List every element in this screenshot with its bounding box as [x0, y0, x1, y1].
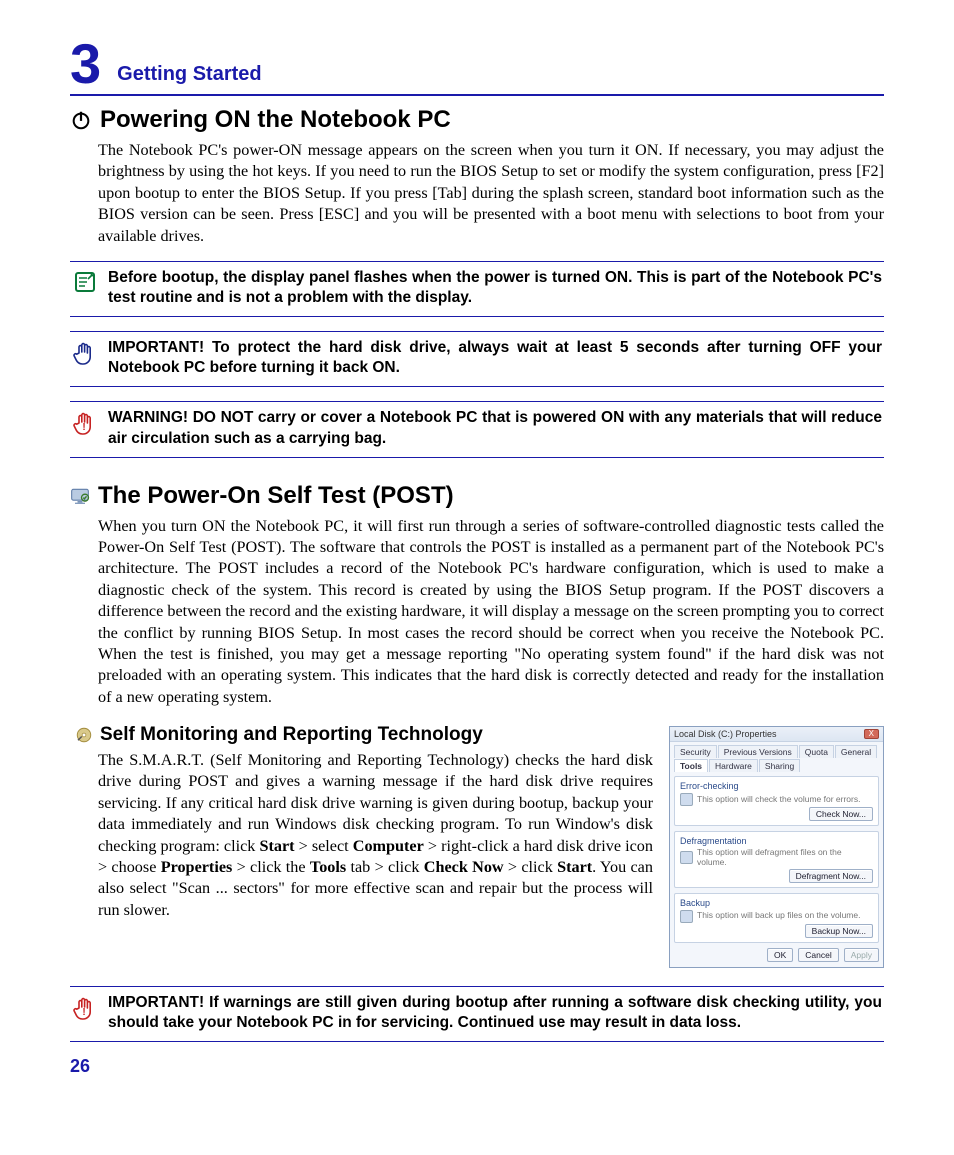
disk-properties-dialog: Local Disk (C:) Properties X Security Pr…: [669, 726, 884, 968]
dialog-button-row: OK Cancel Apply: [674, 948, 879, 962]
kw-properties: Properties: [161, 858, 233, 876]
tab-tools[interactable]: Tools: [674, 759, 708, 772]
kw-start2: Start: [557, 858, 592, 876]
heading-powering-on: Powering ON the Notebook PC: [100, 106, 451, 134]
hand-warning-icon: !: [73, 410, 97, 438]
kw-tools: Tools: [310, 858, 346, 876]
errcheck-text: This option will check the volume for er…: [697, 795, 873, 805]
kw-checknow: Check Now: [424, 858, 504, 876]
callout-warning-text: WARNING! DO NOT carry or cover a Noteboo…: [108, 408, 882, 448]
tab-quota[interactable]: Quota: [799, 745, 834, 758]
power-icon: [70, 109, 92, 131]
dialog-tabstrip: Security Previous Versions Quota General…: [674, 745, 879, 772]
cancel-button[interactable]: Cancel: [798, 948, 838, 962]
backup-text: This option will back up files on the vo…: [697, 911, 873, 921]
group-title-errcheck: Error-checking: [680, 781, 873, 791]
backup-now-button[interactable]: Backup Now...: [805, 924, 873, 938]
body-powering-on: The Notebook PC's power-ON message appea…: [98, 140, 884, 247]
group-title-backup: Backup: [680, 898, 873, 908]
callout-note-text: Before bootup, the display panel flashes…: [108, 268, 882, 308]
heading-smart: Self Monitoring and Reporting Technology: [100, 724, 483, 746]
group-title-defrag: Defragmentation: [680, 836, 873, 846]
tab-hardware[interactable]: Hardware: [709, 759, 758, 772]
check-now-button[interactable]: Check Now...: [809, 807, 873, 821]
group-defrag: Defragmentation This option will defragm…: [674, 831, 879, 888]
chapter-header: 3 Getting Started: [70, 36, 884, 96]
callout-warning: ! WARNING! DO NOT carry or cover a Noteb…: [70, 401, 884, 457]
apply-button[interactable]: Apply: [844, 948, 879, 962]
heading-post: The Power-On Self Test (POST): [98, 482, 454, 510]
backup-icon: [680, 910, 693, 923]
callout-important-servicing-text: IMPORTANT! If warnings are still given d…: [108, 993, 882, 1033]
tab-sharing[interactable]: Sharing: [759, 759, 800, 772]
note-icon: [73, 270, 97, 294]
body-smart: The S.M.A.R.T. (Self Monitoring and Repo…: [98, 750, 653, 921]
close-icon[interactable]: X: [864, 729, 879, 739]
display-icon: [70, 486, 90, 506]
hand-warning-icon: !: [73, 995, 97, 1023]
section-powering-on: Powering ON the Notebook PC The Notebook…: [70, 106, 884, 247]
body-post: When you turn ON the Notebook PC, it wil…: [98, 516, 884, 708]
svg-text:!: !: [82, 422, 85, 433]
disk-icon: [75, 726, 93, 744]
page-number: 26: [70, 1056, 90, 1077]
defrag-text: This option will defragment files on the…: [697, 848, 873, 868]
tab-general[interactable]: General: [835, 745, 877, 758]
callout-important-servicing: ! IMPORTANT! If warnings are still given…: [70, 986, 884, 1042]
callout-important-hdd: IMPORTANT! To protect the hard disk driv…: [70, 331, 884, 387]
callout-note: Before bootup, the display panel flashes…: [70, 261, 884, 317]
defragment-now-button[interactable]: Defragment Now...: [789, 869, 873, 883]
group-error-checking: Error-checking This option will check th…: [674, 776, 879, 826]
chapter-number: 3: [70, 36, 101, 92]
section-post: The Power-On Self Test (POST) When you t…: [70, 482, 884, 708]
group-backup: Backup This option will back up files on…: [674, 893, 879, 943]
svg-text:!: !: [82, 1007, 85, 1018]
hand-stop-icon: [73, 340, 97, 368]
chapter-title: Getting Started: [117, 63, 261, 92]
sep5: > click: [504, 858, 558, 876]
sep1: > select: [295, 837, 353, 855]
dialog-title-text: Local Disk (C:) Properties: [674, 729, 777, 739]
smart-block: The S.M.A.R.T. (Self Monitoring and Repo…: [70, 750, 884, 968]
ok-button[interactable]: OK: [767, 948, 793, 962]
kw-start: Start: [259, 837, 294, 855]
callout-important-hdd-text: IMPORTANT! To protect the hard disk driv…: [108, 338, 882, 378]
errcheck-icon: [680, 793, 693, 806]
kw-computer: Computer: [353, 837, 424, 855]
tab-previous-versions[interactable]: Previous Versions: [718, 745, 798, 758]
sep4: tab > click: [346, 858, 424, 876]
sep3: > click the: [232, 858, 310, 876]
defrag-icon: [680, 851, 693, 864]
tab-security[interactable]: Security: [674, 745, 717, 758]
dialog-titlebar: Local Disk (C:) Properties X: [670, 727, 883, 742]
